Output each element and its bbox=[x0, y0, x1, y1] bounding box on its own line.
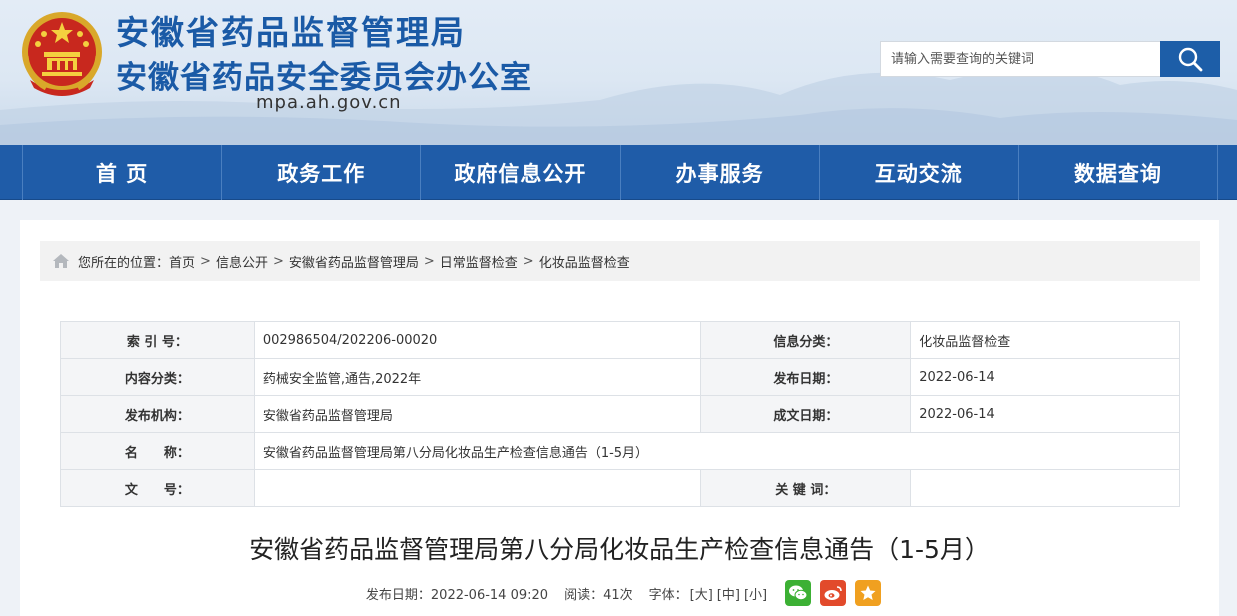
search-bar bbox=[880, 41, 1220, 77]
index-number-label: 索 引 号： bbox=[60, 321, 255, 359]
keywords-label: 关 键 词： bbox=[700, 469, 912, 507]
site-domain: mpa.ah.gov.cn bbox=[256, 92, 402, 113]
home-icon bbox=[52, 253, 70, 269]
font-size-small-button[interactable]: [小] bbox=[744, 584, 767, 603]
breadcrumb-cosmetics-inspection[interactable]: 化妆品监督检查 bbox=[539, 252, 630, 271]
favorite-button[interactable] bbox=[855, 580, 882, 606]
breadcrumb-info-disclosure[interactable]: 信息公开 bbox=[216, 252, 268, 271]
content-category-label: 内容分类： bbox=[60, 358, 255, 396]
nav-data-query[interactable]: 数据查询 bbox=[1017, 145, 1219, 200]
written-date-value: 2022-06-14 bbox=[910, 395, 1180, 433]
written-date-label: 成文日期： bbox=[700, 395, 912, 433]
nav-home[interactable]: 首 页 bbox=[22, 145, 221, 200]
publishing-org-value: 安徽省药品监督管理局 bbox=[253, 395, 702, 433]
publish-date-value: 2022-06-14 bbox=[910, 358, 1180, 396]
content-category-value: 药械安全监管,通告,2022年 bbox=[253, 358, 702, 396]
article-info-bar: 发布日期：2022-06-14 09:20 阅读：41次 字体： [大] [中]… bbox=[20, 578, 1219, 608]
publish-date-label: 发布日期： bbox=[700, 358, 912, 396]
search-button[interactable] bbox=[1160, 41, 1220, 77]
publish-datetime: 发布日期：2022-06-14 09:20 bbox=[365, 587, 549, 603]
search-icon bbox=[1178, 47, 1203, 72]
site-title: 安徽省药品监督管理局 bbox=[116, 13, 466, 52]
doc-name-value: 安徽省药品监督管理局第八分局化妆品生产检查信息通告（1-5月） bbox=[253, 432, 1181, 470]
breadcrumb-home[interactable]: 首页 bbox=[169, 252, 195, 271]
doc-number-value bbox=[253, 469, 702, 507]
site-header: 安徽省药品监督管理局 安徽省药品安全委员会办公室 mpa.ah.gov.cn bbox=[0, 0, 1237, 145]
breadcrumb-bureau[interactable]: 安徽省药品监督管理局 bbox=[289, 252, 419, 271]
read-count: 阅读：41次 bbox=[564, 587, 633, 603]
doc-name-label: 名 称： bbox=[60, 432, 255, 470]
wechat-icon bbox=[789, 585, 808, 601]
breadcrumb-prefix: 您所在的位置： bbox=[78, 255, 170, 271]
breadcrumb-separator: > bbox=[272, 253, 284, 269]
share-wechat-button[interactable] bbox=[785, 580, 812, 606]
search-input[interactable] bbox=[880, 41, 1160, 77]
table-row: 名 称： 安徽省药品监督管理局第八分局化妆品生产检查信息通告（1-5月） bbox=[60, 432, 1181, 470]
main-nav: 首 页 政务工作 政府信息公开 办事服务 互动交流 数据查询 bbox=[0, 145, 1237, 200]
site-subtitle: 安徽省药品安全委员会办公室 bbox=[116, 60, 532, 96]
breadcrumb-separator: > bbox=[522, 253, 534, 269]
table-row: 内容分类： 药械安全监管,通告,2022年 发布日期： 2022-06-14 bbox=[60, 358, 1180, 396]
nav-info-disclosure[interactable]: 政府信息公开 bbox=[420, 145, 619, 200]
breadcrumb-separator: > bbox=[200, 253, 211, 269]
doc-number-label: 文 号： bbox=[60, 469, 255, 507]
article-title: 安徽省药品监督管理局第八分局化妆品生产检查信息通告（1-5月） bbox=[249, 535, 990, 564]
nav-services[interactable]: 办事服务 bbox=[619, 145, 819, 200]
breadcrumb: 您所在的位置： 首页 > 信息公开 > 安徽省药品监督管理局 > 日常监督检查 … bbox=[40, 241, 1200, 281]
nav-interaction[interactable]: 互动交流 bbox=[818, 145, 1018, 200]
keywords-value bbox=[910, 469, 1180, 507]
share-weibo-button[interactable] bbox=[820, 580, 847, 606]
table-row: 发布机构： 安徽省药品监督管理局 成文日期： 2022-06-14 bbox=[60, 395, 1180, 433]
publishing-org-label: 发布机构： bbox=[60, 395, 255, 433]
content-panel: 您所在的位置： 首页 > 信息公开 > 安徽省药品监督管理局 > 日常监督检查 … bbox=[20, 220, 1219, 616]
breadcrumb-daily-inspection[interactable]: 日常监督检查 bbox=[440, 252, 518, 271]
info-category-value: 化妆品监督检查 bbox=[910, 321, 1180, 359]
document-meta-table: 索 引 号： 002986504/202206-00020 信息分类： 化妆品监… bbox=[60, 321, 1181, 507]
table-row: 文 号： 关 键 词： bbox=[60, 469, 1180, 507]
weibo-icon bbox=[824, 586, 842, 600]
table-row: 索 引 号： 002986504/202206-00020 信息分类： 化妆品监… bbox=[60, 321, 1180, 359]
star-icon bbox=[860, 585, 876, 600]
nav-government-affairs[interactable]: 政务工作 bbox=[221, 145, 420, 200]
font-size-large-button[interactable]: [大] bbox=[690, 584, 713, 603]
font-size-medium-button[interactable]: [中] bbox=[717, 584, 740, 603]
breadcrumb-separator: > bbox=[423, 253, 435, 269]
index-number-value: 002986504/202206-00020 bbox=[253, 321, 702, 359]
national-emblem-icon bbox=[22, 12, 102, 96]
font-size-label: 字体： bbox=[648, 587, 688, 603]
info-category-label: 信息分类： bbox=[700, 321, 912, 359]
